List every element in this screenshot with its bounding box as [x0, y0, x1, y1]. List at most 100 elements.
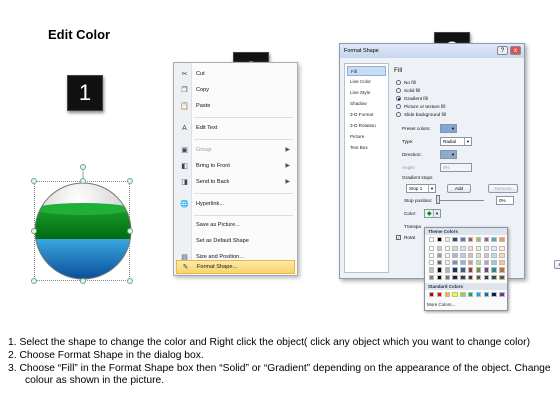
menu-item-set-default-shape[interactable]: Set as Default Shape	[176, 234, 295, 249]
menu-item-edit-text[interactable]: A Edit Text	[176, 121, 295, 136]
theme-color-swatch[interactable]	[436, 245, 443, 252]
theme-color-swatch[interactable]	[475, 260, 482, 266]
theme-color-swatch[interactable]	[483, 267, 489, 273]
theme-color-swatch[interactable]	[444, 237, 450, 243]
theme-color-swatch[interactable]	[444, 252, 450, 259]
theme-color-swatch[interactable]	[429, 245, 435, 252]
theme-color-swatch[interactable]	[452, 252, 458, 259]
theme-color-swatch[interactable]	[429, 274, 435, 280]
theme-color-swatch[interactable]	[436, 267, 443, 273]
theme-color-swatch[interactable]	[483, 252, 489, 259]
menu-item-format-shape[interactable]: ✎ Format Shape...	[176, 260, 295, 274]
radio-solid-fill[interactable]	[396, 88, 401, 93]
standard-color-swatch[interactable]	[475, 292, 482, 298]
theme-color-swatch[interactable]	[491, 237, 497, 243]
stop-position-field[interactable]: 0%	[496, 196, 514, 205]
theme-color-swatch[interactable]	[468, 252, 474, 259]
stop-dropdown[interactable]: Stop 1 ▼	[406, 184, 436, 193]
theme-color-swatch[interactable]	[429, 252, 435, 259]
rotate-handle[interactable]	[80, 164, 86, 170]
theme-color-swatch[interactable]	[475, 274, 482, 280]
theme-color-swatch[interactable]	[483, 245, 489, 252]
close-button[interactable]: x	[510, 46, 521, 55]
standard-color-swatch[interactable]	[444, 292, 450, 298]
theme-color-swatch[interactable]	[475, 252, 482, 259]
theme-color-swatch[interactable]	[436, 252, 443, 259]
dialog-close-button[interactable]: se	[554, 260, 560, 269]
theme-color-swatch[interactable]	[436, 260, 443, 266]
direction-dropdown[interactable]: ▼	[440, 150, 457, 159]
theme-color-swatch[interactable]	[452, 245, 458, 252]
type-dropdown[interactable]: Radial ▼	[440, 137, 472, 146]
category-3d-rotation[interactable]: 3-D Rotation	[347, 121, 386, 131]
menu-item-group[interactable]: ▣ Group ▶	[176, 143, 295, 158]
standard-color-swatch[interactable]	[436, 292, 443, 298]
category-picture[interactable]: Picture	[347, 132, 386, 142]
standard-color-swatch[interactable]	[491, 292, 497, 298]
theme-color-swatch[interactable]	[491, 267, 497, 273]
standard-color-swatch[interactable]	[483, 292, 489, 298]
standard-color-swatch[interactable]	[499, 292, 505, 298]
theme-color-swatch[interactable]	[444, 245, 450, 252]
radio-no-fill[interactable]	[396, 80, 401, 85]
theme-color-swatch[interactable]	[452, 260, 458, 266]
resize-handle[interactable]	[80, 278, 86, 284]
theme-color-swatch[interactable]	[475, 267, 482, 273]
theme-color-swatch[interactable]	[468, 245, 474, 252]
resize-handle[interactable]	[31, 178, 37, 184]
category-shadow[interactable]: Shadow	[347, 99, 386, 109]
menu-item-save-as-picture[interactable]: Save as Picture...	[176, 218, 295, 233]
theme-color-swatch[interactable]	[436, 237, 443, 243]
slider-thumb[interactable]	[436, 195, 440, 204]
theme-color-swatch[interactable]	[468, 274, 474, 280]
theme-color-swatch[interactable]	[429, 260, 435, 266]
resize-handle[interactable]	[127, 278, 133, 284]
standard-color-swatch[interactable]	[452, 292, 458, 298]
theme-color-swatch[interactable]	[452, 237, 458, 243]
radio-picture-fill[interactable]	[396, 104, 401, 109]
theme-color-swatch[interactable]	[499, 252, 505, 259]
theme-color-swatch[interactable]	[460, 237, 466, 243]
theme-color-swatch[interactable]	[460, 267, 466, 273]
stop-position-slider[interactable]	[436, 200, 484, 201]
menu-item-bring-to-front[interactable]: ◧ Bring to Front ▶	[176, 159, 295, 174]
theme-color-swatch[interactable]	[429, 267, 435, 273]
help-button[interactable]: ?	[497, 46, 508, 55]
theme-color-swatch[interactable]	[491, 245, 497, 252]
menu-item-cut[interactable]: ✂ Cut	[176, 67, 295, 82]
theme-color-swatch[interactable]	[452, 267, 458, 273]
category-line-color[interactable]: Line Color	[347, 77, 386, 87]
standard-color-swatch[interactable]	[460, 292, 466, 298]
theme-color-swatch[interactable]	[444, 267, 450, 273]
theme-color-swatch[interactable]	[499, 260, 505, 266]
more-colors-link[interactable]: More Colors...	[427, 302, 455, 307]
theme-color-swatch[interactable]	[460, 274, 466, 280]
theme-color-swatch[interactable]	[460, 260, 466, 266]
menu-item-send-to-back[interactable]: ◨ Send to Back ▶	[176, 175, 295, 190]
theme-color-swatch[interactable]	[499, 274, 505, 280]
preset-colors-dropdown[interactable]: ▼	[440, 124, 457, 133]
theme-color-swatch[interactable]	[491, 252, 497, 259]
theme-color-swatch[interactable]	[499, 237, 505, 243]
theme-color-swatch[interactable]	[475, 245, 482, 252]
theme-color-swatch[interactable]	[475, 237, 482, 243]
theme-color-swatch[interactable]	[468, 237, 474, 243]
menu-item-copy[interactable]: ❐ Copy	[176, 83, 295, 98]
category-fill[interactable]: Fill	[347, 66, 386, 76]
theme-color-swatch[interactable]	[499, 245, 505, 252]
theme-color-swatch[interactable]	[460, 252, 466, 259]
add-stop-button[interactable]: Add	[447, 184, 471, 193]
rotate-checkbox[interactable]: ✓	[396, 235, 401, 240]
radio-gradient-fill[interactable]	[396, 96, 401, 101]
color-picker-button[interactable]: ◆ ▼	[424, 209, 441, 218]
theme-color-swatch[interactable]	[436, 274, 443, 280]
theme-color-swatch[interactable]	[491, 274, 497, 280]
resize-handle[interactable]	[31, 228, 37, 234]
theme-color-swatch[interactable]	[491, 260, 497, 266]
theme-color-swatch[interactable]	[444, 260, 450, 266]
theme-color-swatch[interactable]	[468, 267, 474, 273]
resize-handle[interactable]	[31, 278, 37, 284]
resize-handle[interactable]	[127, 228, 133, 234]
remove-stop-button[interactable]: Remove	[488, 184, 518, 193]
theme-color-swatch[interactable]	[444, 274, 450, 280]
